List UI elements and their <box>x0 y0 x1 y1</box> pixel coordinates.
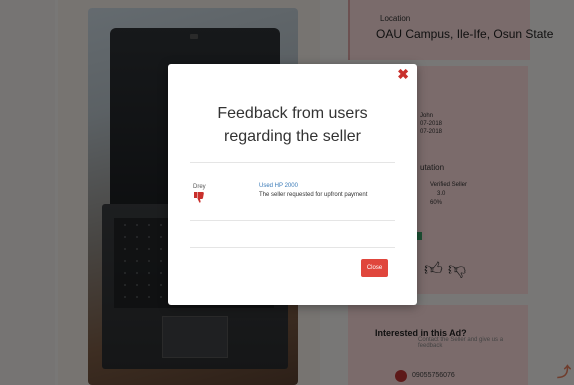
divider <box>190 220 395 221</box>
thumbs-down-icon <box>194 192 204 203</box>
divider <box>190 162 395 163</box>
modal-title: Feedback from users regarding the seller <box>217 105 368 145</box>
feedback-user: Drey <box>193 184 206 190</box>
feedback-item: Drey Used HP 2000 The seller requested f… <box>190 180 395 220</box>
feedback-product-link[interactable]: Used HP 2000 <box>259 183 298 189</box>
feedback-comment: The seller requested for upfront payment <box>259 192 368 198</box>
close-button[interactable]: Close <box>361 259 388 277</box>
footer-divider <box>190 247 395 248</box>
feedback-modal: ✖ Feedback from users regarding the sell… <box>168 64 417 305</box>
close-icon[interactable]: ✖ <box>397 67 409 81</box>
